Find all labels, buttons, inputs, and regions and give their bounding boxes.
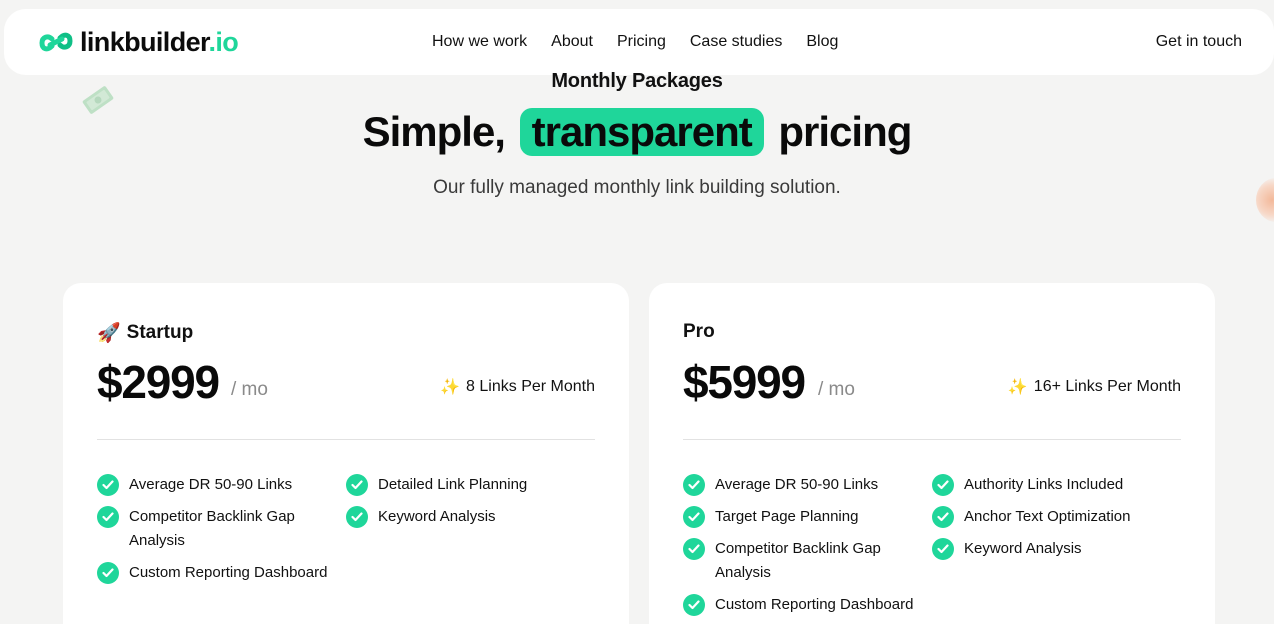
check-icon <box>683 474 705 496</box>
links-per-month: ✨ 8 Links Per Month <box>440 377 595 396</box>
check-icon <box>683 506 705 528</box>
price-row: $5999 / mo ✨ 16+ Links Per Month <box>683 353 1181 409</box>
title-highlight: transparent <box>519 108 764 156</box>
links-per-month-label: 8 Links Per Month <box>466 377 595 395</box>
check-icon <box>346 474 368 496</box>
feature-item: Average DR 50-90 Links <box>683 473 932 497</box>
plan-name: 🚀 Startup <box>97 321 194 345</box>
price-period: / mo <box>818 379 855 400</box>
divider <box>97 439 595 440</box>
feature-list: Average DR 50-90 Links Target Page Plann… <box>683 473 1203 617</box>
price-period: / mo <box>231 379 268 400</box>
get-in-touch-link[interactable]: Get in touch <box>1156 9 1242 75</box>
sparkles-icon: ✨ <box>440 377 461 396</box>
plan-price: $2999 <box>97 356 220 408</box>
feature-item: Custom Reporting Dashboard <box>97 561 346 585</box>
title-part-start: Simple, <box>362 108 506 155</box>
check-icon <box>97 506 119 528</box>
check-icon <box>932 474 954 496</box>
logo-link-icon <box>39 32 73 52</box>
feature-item: Keyword Analysis <box>932 537 1181 561</box>
nav-links: How we work About Pricing Case studies B… <box>432 9 838 75</box>
feature-column-right: Detailed Link Planning Keyword Analysis <box>346 473 595 585</box>
nav-link-how-we-work[interactable]: How we work <box>432 33 527 51</box>
plan-price: $5999 <box>683 356 806 408</box>
nav-link-case-studies[interactable]: Case studies <box>690 33 783 51</box>
logo[interactable]: linkbuilder.io <box>38 23 239 61</box>
check-icon <box>97 562 119 584</box>
feature-item: Competitor Backlink Gap Analysis <box>683 537 932 585</box>
price-row: $2999 / mo ✨ 8 Links Per Month <box>97 353 595 409</box>
feature-column-left: Average DR 50-90 Links Competitor Backli… <box>97 473 346 585</box>
plan-card-pro: Pro $5999 / mo ✨ 16+ Links Per Month Ave… <box>649 283 1215 624</box>
links-per-month: ✨ 16+ Links Per Month <box>1008 377 1181 396</box>
feature-item: Average DR 50-90 Links <box>97 473 346 497</box>
divider <box>683 439 1181 440</box>
feature-item: Competitor Backlink Gap Analysis <box>97 505 346 553</box>
nav-link-blog[interactable]: Blog <box>806 33 838 51</box>
title-part-end: pricing <box>778 108 912 155</box>
feature-item: Authority Links Included <box>932 473 1181 497</box>
feature-column-left: Average DR 50-90 Links Target Page Plann… <box>683 473 932 617</box>
feature-list: Average DR 50-90 Links Competitor Backli… <box>97 473 617 585</box>
plan-name-label: Pro <box>683 321 715 342</box>
rocket-icon: 🚀 <box>97 322 121 344</box>
feature-item: Keyword Analysis <box>346 505 595 529</box>
sparkles-icon: ✨ <box>1007 377 1028 396</box>
page-title: Simple, transparent pricing <box>0 106 1274 158</box>
top-nav: linkbuilder.io How we work About Pricing… <box>4 9 1274 75</box>
links-per-month-label: 16+ Links Per Month <box>1033 377 1181 395</box>
plan-name-label: Startup <box>126 321 194 343</box>
check-icon <box>683 538 705 560</box>
check-icon <box>683 594 705 616</box>
check-icon <box>346 506 368 528</box>
feature-column-right: Authority Links Included Anchor Text Opt… <box>932 473 1181 617</box>
nav-link-pricing[interactable]: Pricing <box>617 33 666 51</box>
feature-item: Detailed Link Planning <box>346 473 595 497</box>
check-icon <box>932 506 954 528</box>
plan-name: Pro <box>683 321 715 343</box>
check-icon <box>932 538 954 560</box>
page-subtitle: Our fully managed monthly link building … <box>433 177 841 198</box>
feature-item: Custom Reporting Dashboard <box>683 593 932 617</box>
logo-text: linkbuilder.io <box>80 26 239 57</box>
nav-link-about[interactable]: About <box>551 33 593 51</box>
feature-item: Target Page Planning <box>683 505 932 529</box>
check-icon <box>97 474 119 496</box>
section-eyebrow: Monthly Packages <box>551 70 723 92</box>
feature-item: Anchor Text Optimization <box>932 505 1181 529</box>
plan-card-startup: 🚀 Startup $2999 / mo ✨ 8 Links Per Month… <box>63 283 629 624</box>
